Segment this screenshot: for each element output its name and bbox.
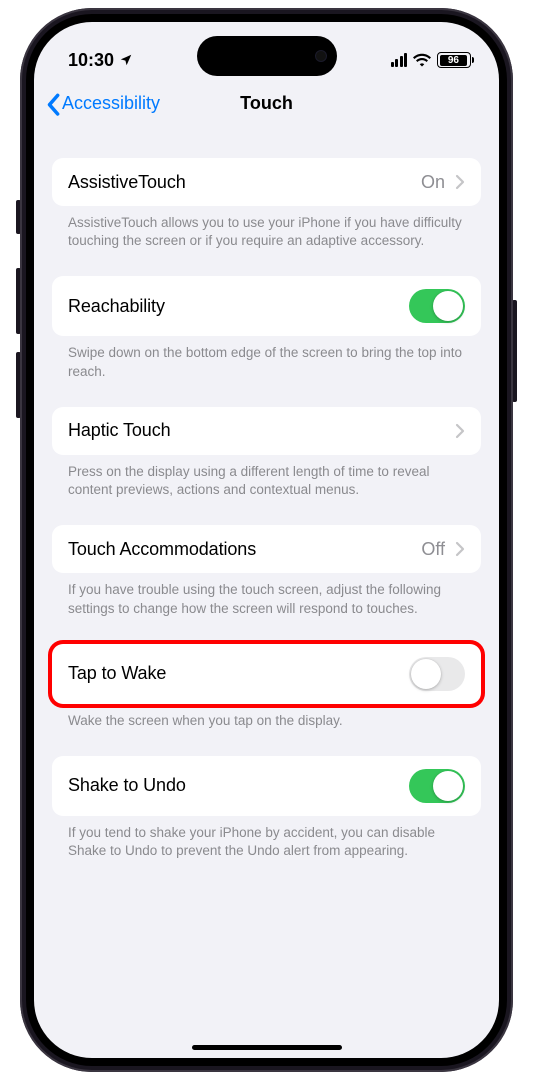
row-footer: AssistiveTouch allows you to use your iP…: [52, 206, 481, 250]
chevron-left-icon: [46, 93, 60, 113]
row-value: On: [421, 172, 445, 193]
toggle-tap-to-wake[interactable]: [409, 657, 465, 691]
row-label: Haptic Touch: [68, 420, 171, 441]
row-shake-to-undo[interactable]: Shake to Undo: [52, 756, 481, 816]
row-assistivetouch[interactable]: AssistiveTouch On: [52, 158, 481, 206]
dynamic-island: [197, 36, 337, 76]
row-footer: Wake the screen when you tap on the disp…: [52, 704, 481, 730]
chevron-right-icon: [455, 174, 465, 190]
back-button[interactable]: Accessibility: [46, 93, 160, 114]
row-label: AssistiveTouch: [68, 172, 186, 193]
row-label: Tap to Wake: [68, 663, 166, 684]
row-label: Shake to Undo: [68, 775, 186, 796]
device-bezel: 10:30 96: [26, 14, 507, 1066]
cellular-icon: [391, 53, 408, 67]
row-footer: Swipe down on the bottom edge of the scr…: [52, 336, 481, 380]
row-footer: If you tend to shake your iPhone by acci…: [52, 816, 481, 860]
device-frame: 10:30 96: [20, 8, 513, 1072]
row-footer: Press on the display using a different l…: [52, 455, 481, 499]
status-time: 10:30: [68, 50, 114, 71]
row-reachability[interactable]: Reachability: [52, 276, 481, 336]
row-touch-accommodations[interactable]: Touch Accommodations Off: [52, 525, 481, 573]
wifi-icon: [413, 53, 431, 67]
row-label: Reachability: [68, 296, 165, 317]
toggle-reachability[interactable]: [409, 289, 465, 323]
nav-bar: Accessibility Touch: [34, 80, 499, 126]
screen: 10:30 96: [34, 22, 499, 1058]
page-title: Touch: [240, 93, 293, 114]
battery-percentage: 96: [448, 55, 459, 66]
location-icon: [119, 53, 133, 67]
chevron-right-icon: [455, 423, 465, 439]
row-haptic-touch[interactable]: Haptic Touch: [52, 407, 481, 455]
row-value: Off: [421, 539, 445, 560]
toggle-shake-to-undo[interactable]: [409, 769, 465, 803]
row-footer: If you have trouble using the touch scre…: [52, 573, 481, 617]
row-tap-to-wake[interactable]: Tap to Wake: [52, 644, 481, 704]
chevron-right-icon: [455, 541, 465, 557]
row-label: Touch Accommodations: [68, 539, 256, 560]
battery-icon: 96: [437, 52, 471, 68]
back-label: Accessibility: [62, 93, 160, 114]
content: AssistiveTouch On AssistiveTouch allows …: [34, 126, 499, 860]
home-indicator[interactable]: [192, 1045, 342, 1050]
